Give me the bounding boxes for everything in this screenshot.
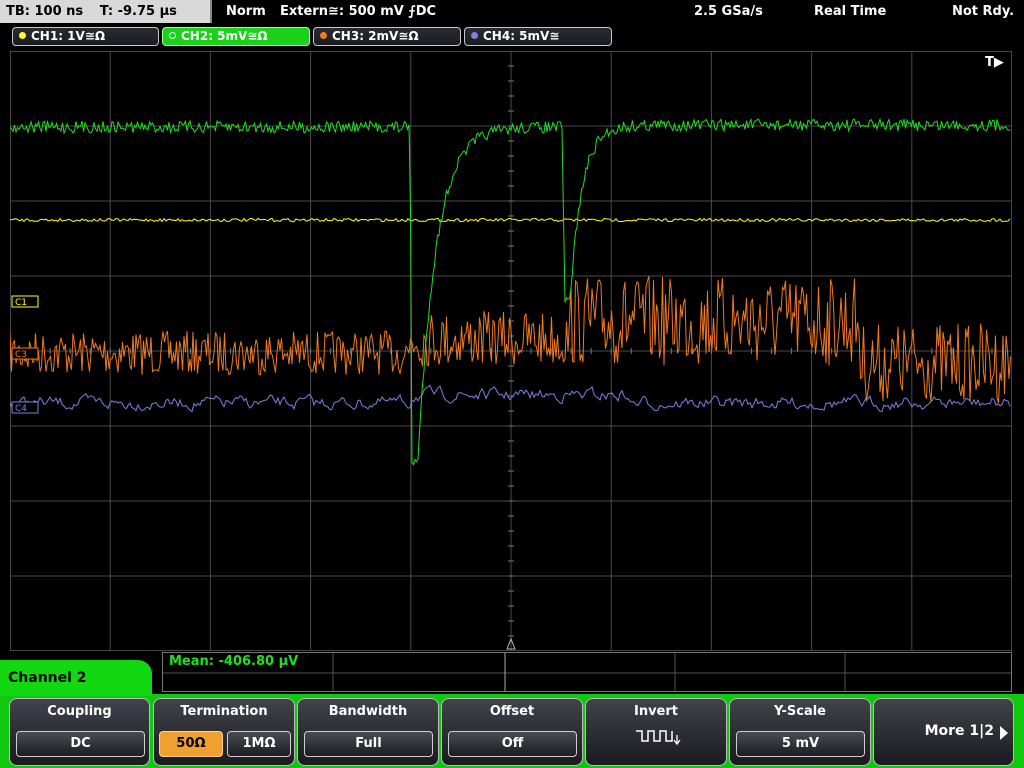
more-key[interactable]: More 1|2 xyxy=(873,698,1014,766)
termination-title: Termination xyxy=(180,704,268,719)
ready-state: Not Rdy. xyxy=(952,4,1015,19)
acquisition-mode: Real Time xyxy=(814,4,887,19)
sample-rate: 2.5 GSa/s xyxy=(694,4,763,19)
yscale-title: Y-Scale xyxy=(773,704,826,719)
channel-tab-label: CH4: 5mV≅ xyxy=(483,29,560,43)
measurement-panel[interactable]: Mean: -406.80 µV xyxy=(162,652,1012,692)
termination-1mohm-option[interactable]: 1MΩ xyxy=(227,731,291,757)
trigger-mode[interactable]: Norm xyxy=(226,0,266,23)
trigger-source[interactable]: Extern≅: 500 mV ⨍DC xyxy=(280,0,436,23)
offset-key[interactable]: Offset Off xyxy=(441,698,583,766)
yscale-key[interactable]: Y-Scale 5 mV xyxy=(729,698,871,766)
invert-key[interactable]: Invert xyxy=(585,698,727,766)
inverted-square-wave-icon xyxy=(636,730,681,746)
channel-tab-label: CH3: 2mV≅Ω xyxy=(332,29,419,43)
ch3-marker-label: C3 xyxy=(15,350,27,360)
channel-tab-1[interactable]: CH1: 1V≅Ω xyxy=(12,27,159,46)
channel-tab-label: CH1: 1V≅Ω xyxy=(31,29,106,43)
measurement-grid xyxy=(163,653,1011,691)
coupling-title: Coupling xyxy=(47,704,112,719)
ch4-dot-icon xyxy=(471,32,478,39)
arrow-right-icon xyxy=(1000,726,1008,740)
ch2-dot-icon xyxy=(169,32,176,39)
trigger-marker-text: T▶ xyxy=(985,55,1004,70)
timebase-value: TB: 100 ns xyxy=(6,4,84,19)
invert-title: Invert xyxy=(633,704,678,719)
more-label: More 1|2 xyxy=(924,723,994,739)
trigger-time-value: T: -9.75 µs xyxy=(99,4,177,19)
channel-tab-3[interactable]: CH3: 2mV≅Ω xyxy=(313,27,461,46)
ch1-dot-icon xyxy=(19,32,26,39)
offset-value[interactable]: Off xyxy=(448,731,577,757)
coupling-value[interactable]: DC xyxy=(16,731,145,757)
channel-tab-4[interactable]: CH4: 5mV≅ xyxy=(464,27,612,46)
timebase-box[interactable]: TB: 100 ns T: -9.75 µs xyxy=(0,0,212,23)
ch3-dot-icon xyxy=(320,32,327,39)
ch1-marker-label: C1 xyxy=(15,298,27,308)
offset-title: Offset xyxy=(489,704,535,719)
bandwidth-title: Bandwidth xyxy=(328,704,408,719)
ch4-marker-label: C4 xyxy=(15,404,27,414)
termination-key[interactable]: Termination 50Ω 1MΩ xyxy=(153,698,295,766)
channel-tab-label: CH2: 5mV≅Ω xyxy=(181,29,268,43)
bandwidth-value[interactable]: Full xyxy=(304,731,433,757)
menu-channel-title: Channel 2 xyxy=(0,660,152,696)
waveform-display[interactable]: T▶ C1 C3 C4 xyxy=(10,51,1012,651)
yscale-value[interactable]: 5 mV xyxy=(736,731,865,757)
termination-50ohm-option[interactable]: 50Ω xyxy=(159,731,223,757)
channel-tab-2[interactable]: CH2: 5mV≅Ω xyxy=(162,27,310,46)
bandwidth-key[interactable]: Bandwidth Full xyxy=(297,698,439,766)
coupling-key[interactable]: Coupling DC xyxy=(9,698,150,766)
